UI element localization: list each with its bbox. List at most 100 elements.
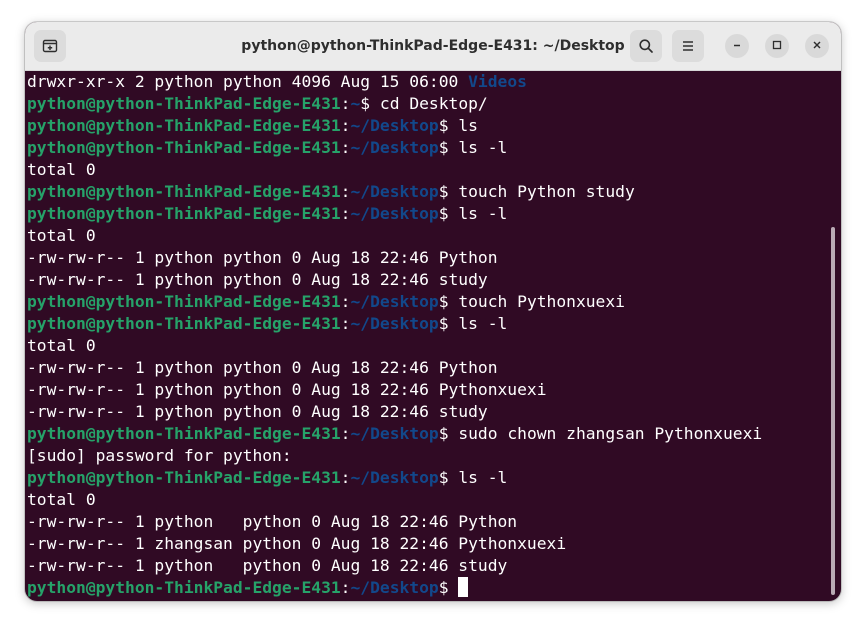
prompt-path: ~/Desktop [350, 578, 439, 597]
command-text: ls -l [458, 468, 508, 487]
output-text: total 0 [27, 160, 96, 179]
terminal-output-line: total 0 [27, 159, 827, 181]
window-title: python@python-ThinkPad-Edge-E431: ~/Desk… [241, 38, 625, 54]
prompt-path: ~/Desktop [350, 468, 439, 487]
title-bar[interactable]: python@python-ThinkPad-Edge-E431: ~/Desk… [25, 22, 841, 71]
terminal-output-line: drwxr-xr-x 2 python python 4096 Aug 15 0… [27, 71, 827, 93]
prompt-user-host: python@python-ThinkPad-Edge-E431 [27, 424, 341, 443]
prompt-separator: : [340, 182, 351, 201]
output-text: -rw-rw-r-- 1 python python 0 Aug 18 22:4… [27, 512, 518, 531]
output-text: total 0 [27, 336, 96, 355]
menu-button[interactable] [672, 30, 704, 62]
output-text: -rw-rw-r-- 1 python python 0 Aug 18 22:4… [27, 402, 488, 421]
search-button[interactable] [630, 30, 662, 62]
prompt-path: ~/Desktop [350, 182, 439, 201]
directory-name: Videos [468, 72, 527, 91]
prompt-symbol: $ [438, 468, 459, 487]
command-text: ls [458, 116, 478, 135]
output-text: -rw-rw-r-- 1 python python 0 Aug 18 22:4… [27, 380, 547, 399]
prompt-user-host: python@python-ThinkPad-Edge-E431 [27, 182, 341, 201]
prompt-separator: : [340, 138, 351, 157]
terminal-output-line: -rw-rw-r-- 1 zhangsan python 0 Aug 18 22… [27, 533, 827, 555]
command-text: touch Python study [458, 182, 635, 201]
terminal-output-line: -rw-rw-r-- 1 python python 0 Aug 18 22:4… [27, 511, 827, 533]
terminal-output-line: [sudo] password for python: [27, 445, 827, 467]
terminal-prompt-line: python@python-ThinkPad-Edge-E431:~/Deskt… [27, 137, 827, 159]
output-text: -rw-rw-r-- 1 python python 0 Aug 18 22:4… [27, 556, 508, 575]
close-icon [812, 37, 822, 55]
terminal-prompt-line: python@python-ThinkPad-Edge-E431:~/Deskt… [27, 577, 827, 599]
terminal-prompt-line: python@python-ThinkPad-Edge-E431:~/Deskt… [27, 115, 827, 137]
prompt-symbol: $ [438, 424, 459, 443]
terminal-output-line: -rw-rw-r-- 1 python python 0 Aug 18 22:4… [27, 247, 827, 269]
prompt-symbol: $ [438, 116, 459, 135]
prompt-symbol: $ [360, 94, 380, 113]
prompt-separator: : [340, 292, 351, 311]
command-text: ls -l [458, 204, 508, 223]
prompt-symbol: $ [438, 138, 459, 157]
terminal-output-line: -rw-rw-r-- 1 python python 0 Aug 18 22:4… [27, 401, 827, 423]
hamburger-menu-icon [680, 38, 696, 54]
prompt-user-host: python@python-ThinkPad-Edge-E431 [27, 116, 341, 135]
prompt-user-host: python@python-ThinkPad-Edge-E431 [27, 314, 341, 333]
command-text: cd Desktop/ [379, 94, 488, 113]
prompt-path: ~/Desktop [350, 292, 439, 311]
maximize-button[interactable] [765, 34, 789, 58]
terminal-prompt-line: python@python-ThinkPad-Edge-E431:~/Deskt… [27, 291, 827, 313]
command-text: touch Pythonxuexi [458, 292, 625, 311]
terminal-output-line: -rw-rw-r-- 1 python python 0 Aug 18 22:4… [27, 269, 827, 291]
prompt-path: ~/Desktop [350, 204, 439, 223]
output-text: [sudo] password for python: [27, 446, 292, 465]
prompt-separator: : [340, 424, 351, 443]
prompt-separator: : [340, 94, 351, 113]
terminal-output-line: total 0 [27, 489, 827, 511]
prompt-user-host: python@python-ThinkPad-Edge-E431 [27, 292, 341, 311]
output-text: -rw-rw-r-- 1 python python 0 Aug 18 22:4… [27, 248, 498, 267]
terminal-prompt-line: python@python-ThinkPad-Edge-E431:~/Deskt… [27, 423, 827, 445]
output-text: drwxr-xr-x 2 python python 4096 Aug 15 0… [27, 72, 469, 91]
prompt-path: ~/Desktop [350, 116, 439, 135]
terminal-output-line: total 0 [27, 335, 827, 357]
output-text: -rw-rw-r-- 1 python python 0 Aug 18 22:4… [27, 270, 488, 289]
prompt-path: ~/Desktop [350, 424, 439, 443]
terminal-output[interactable]: drwxr-xr-x 2 python python 4096 Aug 15 0… [25, 71, 827, 601]
command-text: ls -l [458, 138, 508, 157]
prompt-user-host: python@python-ThinkPad-Edge-E431 [27, 578, 341, 597]
terminal-output-line: -rw-rw-r-- 1 python python 0 Aug 18 22:4… [27, 357, 827, 379]
prompt-path: ~ [350, 94, 361, 113]
terminal-prompt-line: python@python-ThinkPad-Edge-E431:~/Deskt… [27, 203, 827, 225]
terminal-window: python@python-ThinkPad-Edge-E431: ~/Desk… [25, 22, 841, 601]
terminal-output-line: -rw-rw-r-- 1 python python 0 Aug 18 22:4… [27, 555, 827, 577]
terminal-prompt-line: python@python-ThinkPad-Edge-E431:~/Deskt… [27, 467, 827, 489]
new-tab-icon [42, 38, 58, 54]
output-text: total 0 [27, 490, 96, 509]
terminal-output-line: total 0 [27, 225, 827, 247]
new-tab-button[interactable] [34, 30, 66, 62]
prompt-user-host: python@python-ThinkPad-Edge-E431 [27, 94, 341, 113]
prompt-path: ~/Desktop [350, 314, 439, 333]
close-button[interactable] [805, 34, 829, 58]
scrollbar[interactable] [829, 71, 837, 601]
maximize-icon [772, 37, 782, 55]
prompt-separator: : [340, 314, 351, 333]
output-text: total 0 [27, 226, 96, 245]
prompt-user-host: python@python-ThinkPad-Edge-E431 [27, 138, 341, 157]
prompt-separator: : [340, 578, 351, 597]
terminal-output-line: -rw-rw-r-- 1 python python 0 Aug 18 22:4… [27, 379, 827, 401]
scrollbar-thumb[interactable] [831, 227, 835, 595]
prompt-user-host: python@python-ThinkPad-Edge-E431 [27, 204, 341, 223]
terminal-prompt-line: python@python-ThinkPad-Edge-E431:~/Deskt… [27, 181, 827, 203]
minimize-button[interactable] [725, 34, 749, 58]
output-text: -rw-rw-r-- 1 python python 0 Aug 18 22:4… [27, 358, 498, 377]
command-text: ls -l [458, 314, 508, 333]
prompt-path: ~/Desktop [350, 138, 439, 157]
prompt-symbol: $ [438, 292, 459, 311]
prompt-separator: : [340, 204, 351, 223]
command-text: sudo chown zhangsan Pythonxuexi [458, 424, 763, 443]
prompt-separator: : [340, 116, 351, 135]
terminal-prompt-line: python@python-ThinkPad-Edge-E431:~$ cd D… [27, 93, 827, 115]
prompt-symbol: $ [438, 204, 459, 223]
prompt-separator: : [340, 468, 351, 487]
terminal-prompt-line: python@python-ThinkPad-Edge-E431:~/Deskt… [27, 313, 827, 335]
text-cursor [458, 577, 469, 597]
